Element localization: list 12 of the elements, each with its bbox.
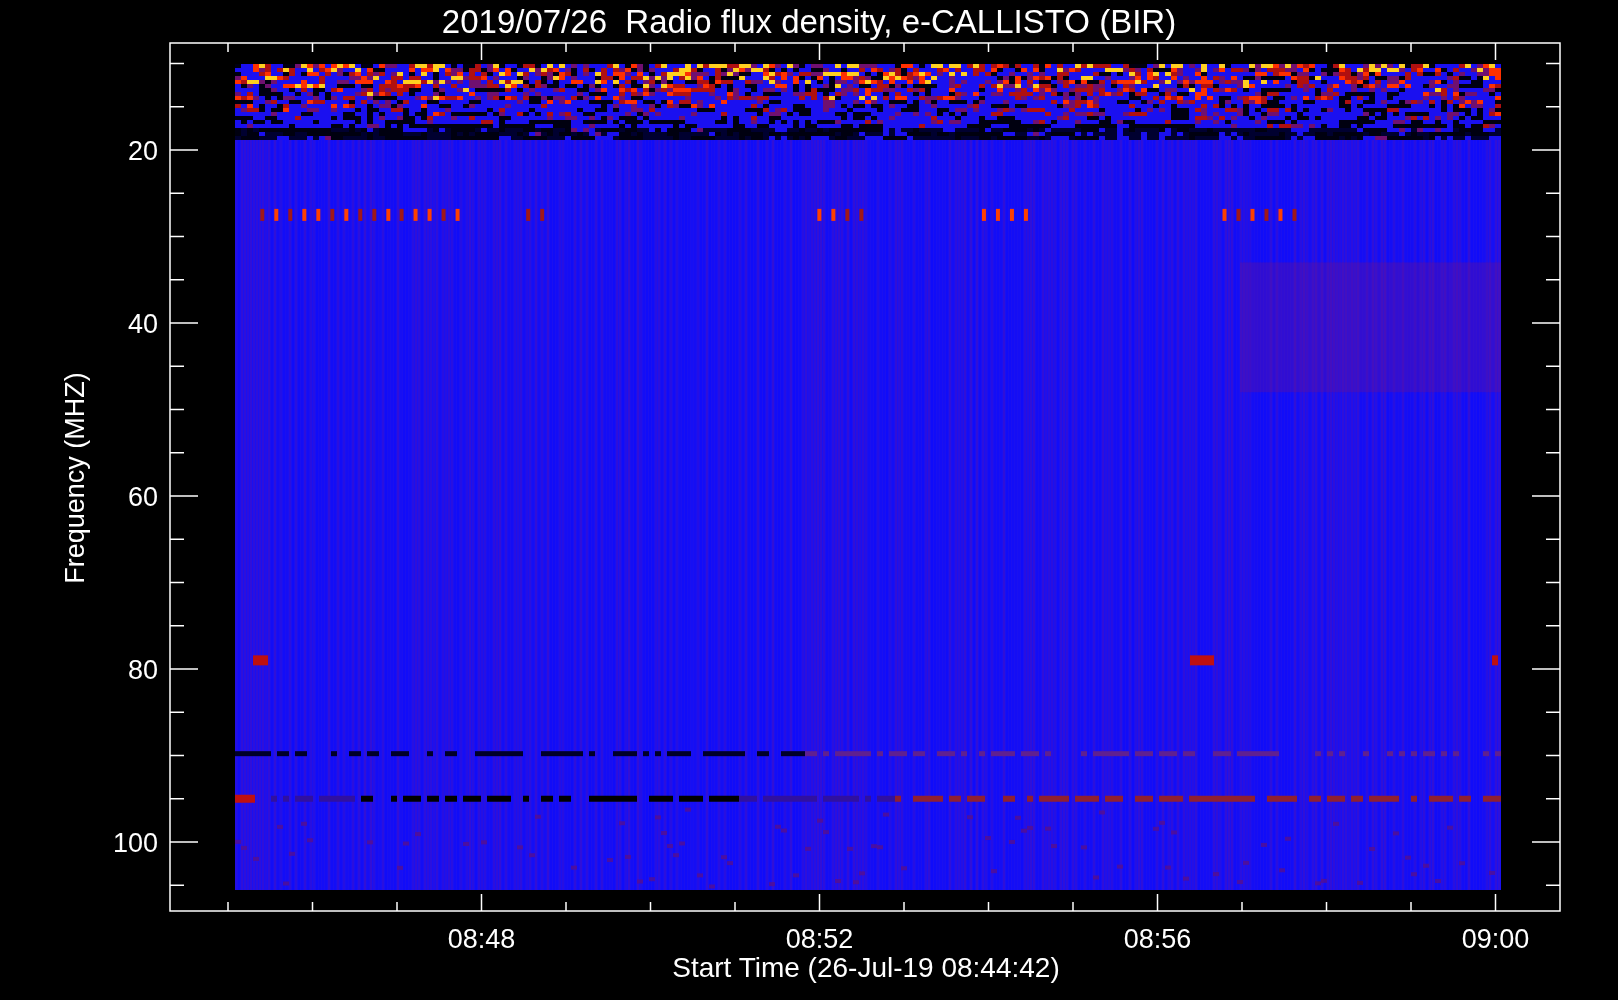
axis-title: Start Time (26-Jul-19 08:44:42) bbox=[672, 952, 1060, 983]
axis-tick-label: 40 bbox=[127, 309, 158, 339]
axis-tick-label: 08:56 bbox=[1123, 924, 1192, 954]
axis-tick-label: 09:00 bbox=[1461, 924, 1530, 954]
axis-tick-label: 20 bbox=[127, 136, 158, 166]
axis-tick-label: 60 bbox=[127, 482, 158, 512]
axis-tick-label: 100 bbox=[112, 828, 158, 858]
chart-title: 2019/07/26 Radio flux density, e-CALLISTO (BIR) bbox=[441, 3, 1177, 40]
axis-tick-label: 08:52 bbox=[785, 924, 854, 954]
axis-tick-label: 80 bbox=[127, 655, 158, 685]
axis-tick-label: 08:48 bbox=[447, 924, 516, 954]
axis-title: Frequency (MHZ) bbox=[60, 372, 90, 584]
